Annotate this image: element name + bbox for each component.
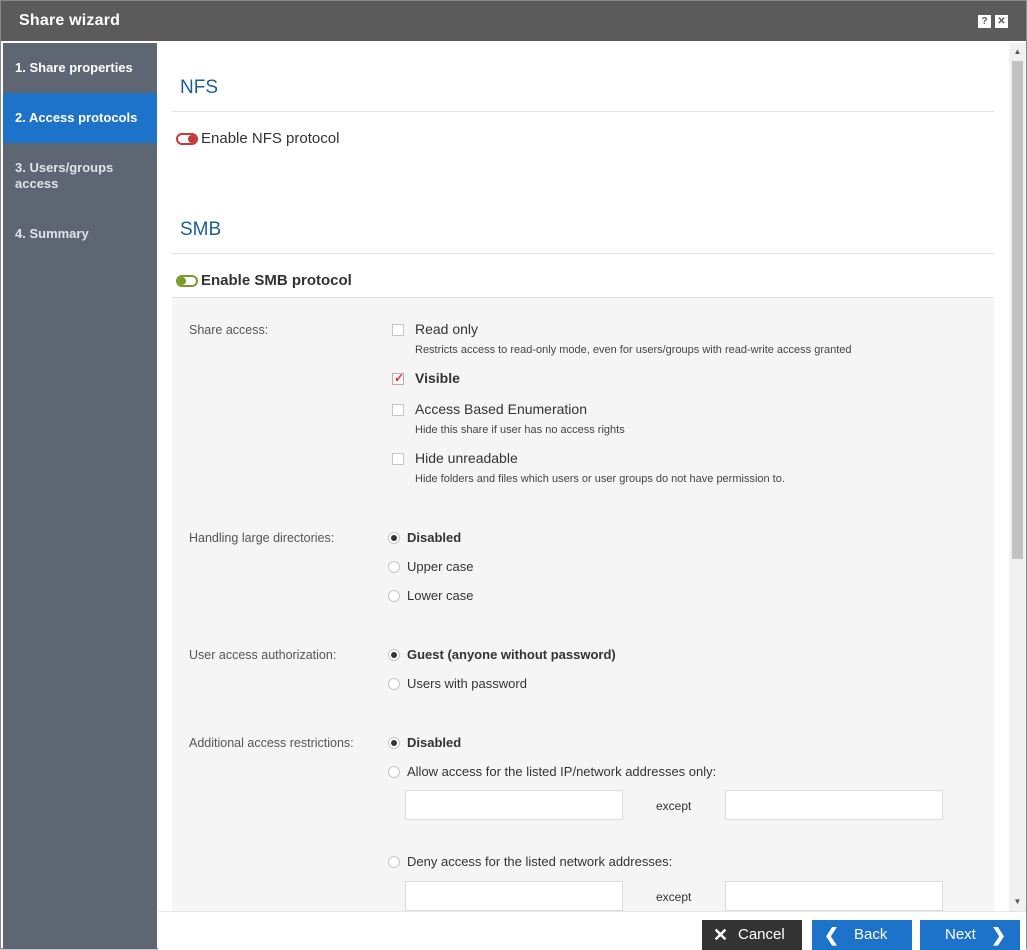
restrictions-allow-radio[interactable]	[388, 766, 400, 778]
read-only-checkbox[interactable]	[392, 324, 404, 336]
access-based-enumeration-label: Access Based Enumeration	[415, 401, 587, 417]
step-summary[interactable]: 4. Summary	[3, 226, 157, 242]
nfs-toggle[interactable]	[176, 133, 198, 145]
hide-unreadable-description: Hide folders and files which users or us…	[415, 473, 785, 485]
large-dirs-lower-case-label: Lower case	[407, 588, 474, 603]
share-access-label: Share access:	[189, 323, 269, 337]
visible-label: Visible	[415, 370, 460, 386]
share-wizard-window: Share wizard ? ✕ 1. Share properties 2. …	[0, 0, 1027, 950]
step-share-properties[interactable]: 1. Share properties	[3, 60, 157, 76]
restrictions-deny-radio[interactable]	[388, 856, 400, 868]
access-based-enumeration-checkbox[interactable]	[392, 404, 404, 416]
read-only-description: Restricts access to read-only mode, even…	[415, 344, 852, 356]
restrictions-allow-label: Allow access for the listed IP/network a…	[407, 764, 717, 779]
wizard-steps-sidebar: 1. Share properties 2. Access protocols …	[3, 43, 157, 949]
allow-addresses-input[interactable]	[405, 790, 623, 820]
allow-except-input[interactable]	[725, 790, 943, 820]
access-based-enumeration-description: Hide this share if user has no access ri…	[415, 424, 625, 436]
smb-toggle[interactable]	[176, 275, 198, 287]
large-dirs-lower-case-radio[interactable]	[388, 590, 400, 602]
smb-toggle-label: Enable SMB protocol	[201, 272, 352, 289]
nfs-section-title: NFS	[180, 77, 218, 98]
chevron-left-icon: ❮	[824, 925, 840, 945]
step-access-protocols[interactable]: 2. Access protocols	[3, 93, 157, 143]
deny-addresses-input[interactable]	[405, 881, 623, 911]
nfs-toggle-label: Enable NFS protocol	[201, 130, 340, 147]
large-dirs-disabled-label: Disabled	[407, 530, 462, 545]
close-x-icon: ✕	[713, 925, 729, 945]
next-button[interactable]: Next ❯	[920, 920, 1020, 950]
visible-checkbox[interactable]	[392, 371, 404, 385]
scroll-down-arrow-icon[interactable]: ▼	[1012, 897, 1023, 907]
help-icon[interactable]: ?	[978, 15, 991, 28]
restrictions-disabled-label: Disabled	[407, 735, 462, 750]
back-button[interactable]: ❮ Back	[812, 920, 912, 950]
back-button-label: Back	[854, 926, 888, 943]
deny-except-input[interactable]	[725, 881, 943, 911]
smb-settings-panel: Share access: Read only Restricts access…	[172, 297, 994, 911]
read-only-label: Read only	[415, 321, 479, 337]
auth-guest-label: Guest (anyone without password)	[407, 647, 616, 662]
step-users-groups-access[interactable]: 3. Users/groups access	[3, 160, 157, 192]
title-bar: Share wizard ? ✕	[1, 1, 1026, 41]
next-button-label: Next	[945, 926, 976, 943]
wizard-footer: ✕ Cancel ❮ Back Next ❯	[158, 911, 1026, 950]
cancel-button-label: Cancel	[738, 926, 785, 943]
nfs-divider	[172, 111, 994, 112]
large-directories-label: Handling large directories:	[189, 531, 335, 545]
deny-except-label: except	[656, 890, 692, 904]
smb-section-title: SMB	[180, 219, 222, 240]
large-dirs-upper-case-label: Upper case	[407, 559, 474, 574]
auth-users-password-label: Users with password	[407, 676, 527, 691]
wizard-content: NFS Enable NFS protocol SMB Enable SMB p…	[158, 43, 1009, 911]
additional-restrictions-label: Additional access restrictions:	[189, 736, 354, 750]
scrollbar-thumb[interactable]	[1012, 61, 1023, 559]
user-auth-label: User access authorization:	[189, 648, 337, 662]
chevron-right-icon: ❯	[991, 925, 1007, 945]
restrictions-disabled-radio[interactable]	[388, 737, 400, 749]
large-dirs-upper-case-radio[interactable]	[388, 561, 400, 573]
close-icon[interactable]: ✕	[995, 15, 1008, 28]
auth-guest-radio[interactable]	[388, 649, 400, 661]
window-title: Share wizard	[19, 12, 121, 29]
scroll-up-arrow-icon[interactable]: ▲	[1012, 47, 1023, 57]
allow-except-label: except	[656, 799, 692, 813]
large-dirs-disabled-radio[interactable]	[388, 532, 400, 544]
hide-unreadable-label: Hide unreadable	[415, 450, 518, 466]
smb-divider	[172, 253, 994, 254]
cancel-button[interactable]: ✕ Cancel	[702, 920, 802, 950]
auth-users-password-radio[interactable]	[388, 678, 400, 690]
restrictions-deny-label: Deny access for the listed network addre…	[407, 854, 673, 869]
hide-unreadable-checkbox[interactable]	[392, 453, 404, 465]
